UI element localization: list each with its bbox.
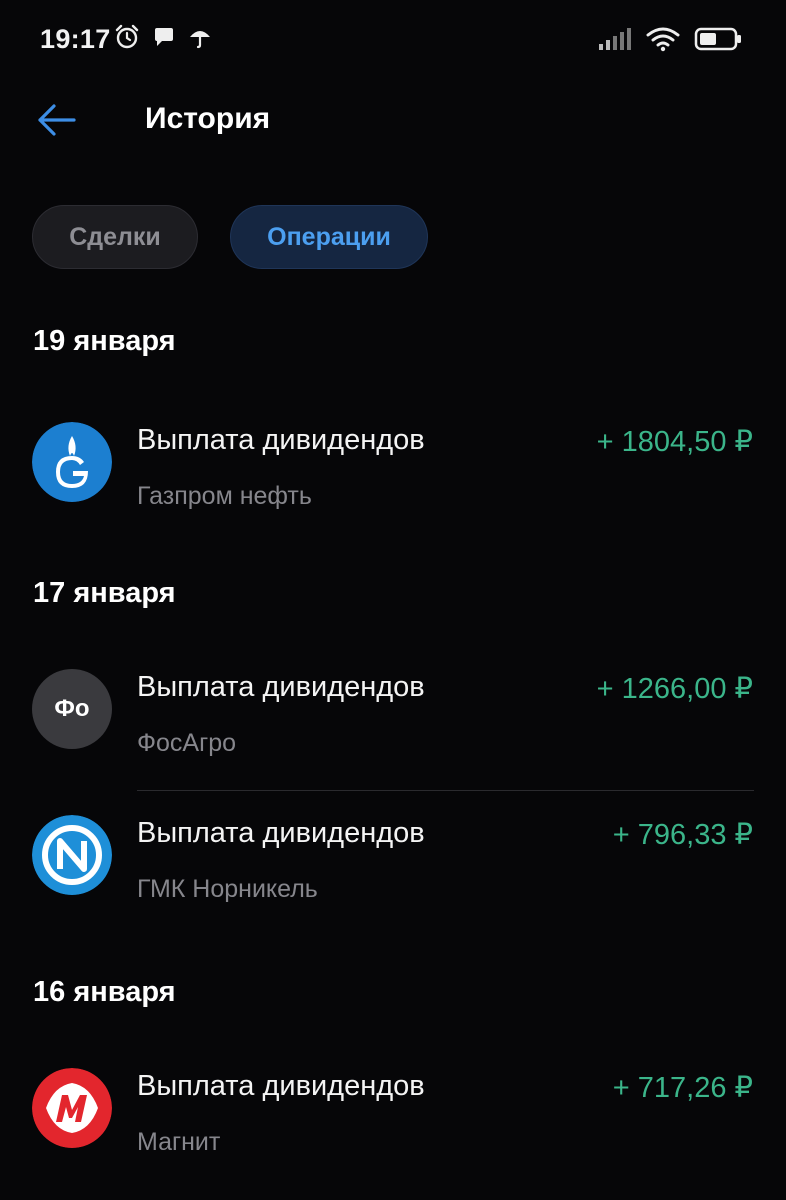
fosagro-logo-icon: Фо <box>32 669 112 749</box>
operation-amount: + 1804,50 ₽ <box>596 426 753 458</box>
date-header: 16 января <box>33 976 176 1008</box>
back-button[interactable] <box>34 100 78 140</box>
cellular-signal-icon <box>599 28 631 50</box>
operation-title: Выплата дивидендов <box>137 817 425 849</box>
date-header: 19 января <box>33 325 176 357</box>
umbrella-icon <box>190 31 210 49</box>
arrow-left-icon <box>38 104 76 136</box>
row-divider <box>137 790 754 791</box>
status-system-icons <box>598 26 742 52</box>
status-notification-icons <box>114 24 212 50</box>
operation-company: Газпром нефть <box>137 482 312 510</box>
operation-amount: + 1266,00 ₽ <box>596 673 753 705</box>
page-title: История <box>145 102 271 135</box>
operation-title: Выплата дивидендов <box>137 671 425 703</box>
operation-company: ГМК Норникель <box>137 875 318 903</box>
nornickel-logo-icon <box>32 815 112 895</box>
battery-icon <box>694 27 741 51</box>
app-header: История <box>0 88 786 152</box>
tab-operations[interactable]: Операции <box>230 205 428 269</box>
date-header: 17 января <box>33 577 176 609</box>
history-tabs: Сделки Операции <box>32 205 428 269</box>
operation-company: Магнит <box>137 1128 221 1156</box>
operation-title: Выплата дивидендов <box>137 1070 425 1102</box>
operation-company: ФосАгро <box>137 729 237 757</box>
magnit-logo-icon <box>32 1068 112 1148</box>
alarm-icon <box>115 24 139 49</box>
operation-row[interactable]: Выплата дивидендов ГМК Норникель + 796,3… <box>0 799 786 939</box>
gazprom-neft-logo-icon <box>32 422 112 502</box>
chat-bubble-icon <box>155 28 173 46</box>
status-time: 19:17 <box>40 24 111 54</box>
operation-amount: + 717,26 ₽ <box>612 1072 753 1104</box>
operation-row[interactable]: Фо Выплата дивидендов ФосАгро + 1266,00 … <box>0 653 786 793</box>
operation-row[interactable]: Выплата дивидендов Газпром нефть + 1804,… <box>0 406 786 546</box>
wifi-icon <box>646 27 680 52</box>
status-bar: 19:17 <box>0 0 786 80</box>
operation-amount: + 796,33 ₽ <box>612 819 753 851</box>
tab-deals[interactable]: Сделки <box>32 205 198 269</box>
operation-title: Выплата дивидендов <box>137 424 425 456</box>
operation-row[interactable]: Выплата дивидендов Магнит + 717,26 ₽ <box>0 1052 786 1192</box>
